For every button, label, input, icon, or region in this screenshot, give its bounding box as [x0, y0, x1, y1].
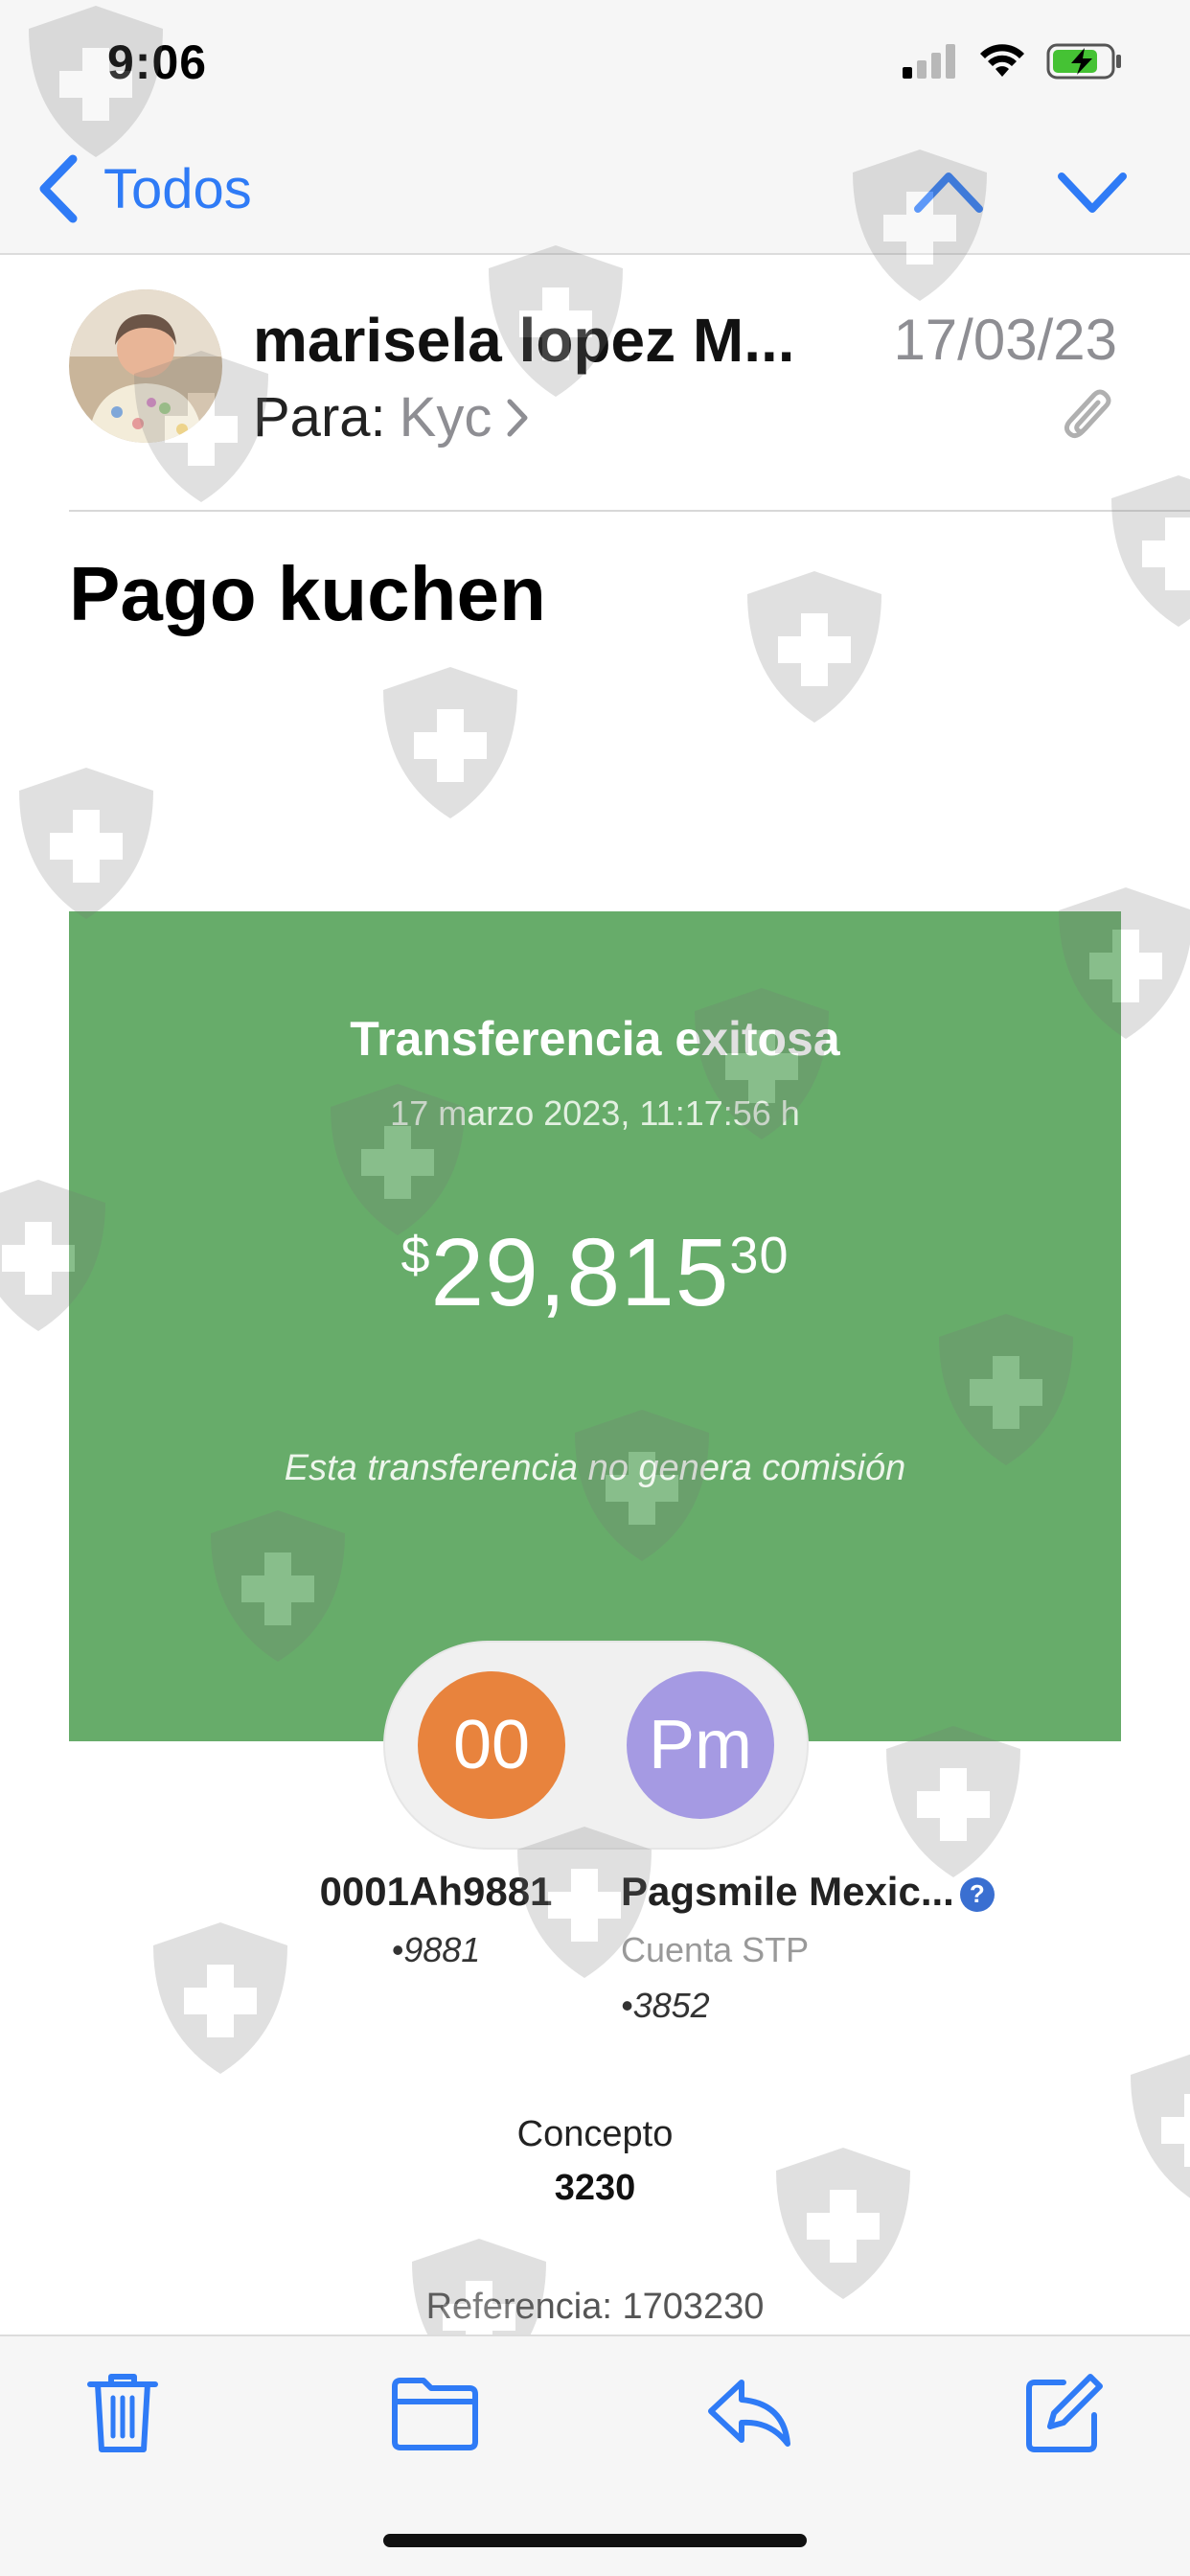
back-label: Todos — [103, 157, 252, 220]
watermark-shield-icon — [747, 571, 881, 723]
receipt-note: Esta transferencia no genera comisión — [284, 1448, 906, 1488]
mail-header: marisela lopez M... 17/03/23 Para: Kyc — [0, 255, 1190, 512]
recipient-label: Para: — [253, 386, 386, 448]
concept-label: Concepto — [516, 2114, 674, 2154]
to-account-number: •3852 — [621, 1986, 710, 2025]
receipt-amount: $29,81530 — [69, 1218, 1121, 1328]
from-account-number: •9881 — [391, 1930, 481, 1969]
sender-avatar[interactable] — [69, 289, 222, 443]
from-account-name: 0001Ah9881 — [319, 1869, 553, 1914]
compose-icon — [1026, 2374, 1103, 2452]
chevron-up-icon — [914, 172, 983, 213]
watermark-shield-icon — [383, 667, 517, 818]
move-to-folder-button[interactable] — [389, 2369, 481, 2460]
sender-name[interactable]: marisela lopez M... — [253, 305, 857, 376]
reply-button[interactable] — [703, 2369, 795, 2460]
chevron-right-icon — [507, 399, 528, 436]
to-account-name-row: Pagsmile Mexic...? — [621, 1869, 1023, 1915]
mail-date: 17/03/23 — [893, 308, 1117, 372]
to-account-avatar: Pm — [627, 1671, 774, 1819]
previous-message-button[interactable] — [912, 163, 985, 225]
receipt-title: Transferencia exitosa — [350, 1012, 840, 1066]
concept-value: 3230 — [554, 2168, 636, 2208]
from-account-avatar: 00 — [418, 1671, 565, 1819]
signal-icon — [903, 44, 955, 79]
reply-icon — [708, 2380, 790, 2447]
folder-icon — [392, 2378, 478, 2450]
delete-button[interactable] — [84, 2369, 161, 2460]
to-account-type: Cuenta STP — [621, 1930, 810, 1969]
status-icons — [903, 42, 1123, 80]
watermark-shield-icon — [19, 768, 153, 919]
chevron-left-icon — [39, 154, 78, 223]
receipt-datetime: 17 marzo 2023, 11:17:56 h — [390, 1093, 800, 1133]
watermark-shield-icon — [153, 1922, 287, 2074]
amount-symbol: $ — [400, 1227, 431, 1284]
mail-subject: Pago kuchen — [69, 551, 546, 636]
to-account-name: Pagsmile Mexic... — [621, 1869, 954, 1914]
home-indicator[interactable] — [383, 2534, 807, 2547]
help-icon[interactable]: ? — [959, 1876, 995, 1912]
attachment-indicator — [1064, 387, 1115, 449]
header-divider — [69, 510, 1190, 512]
trash-icon — [87, 2374, 158, 2452]
from-account: 0001Ah9881 •9881 — [287, 1869, 584, 1970]
wifi-icon — [980, 44, 1024, 77]
amount-main: 29,815 — [430, 1219, 730, 1326]
avatar-photo — [69, 289, 222, 443]
to-account: Pagsmile Mexic...? Cuenta STP •3852 — [621, 1869, 1023, 2026]
transfer-receipt-card: Transferencia exitosa 17 marzo 2023, 11:… — [69, 911, 1121, 1741]
watermark-shield-icon — [776, 2148, 910, 2299]
reference-text: Referencia: 1703230 — [425, 2287, 765, 2327]
amount-cents: 30 — [729, 1227, 790, 1284]
next-message-button[interactable] — [1056, 163, 1129, 225]
paperclip-icon — [1064, 389, 1111, 439]
recipient-name: Kyc — [399, 386, 492, 448]
watermark-shield-icon — [886, 1726, 1020, 1877]
accounts-pill: 00 Pm — [383, 1641, 809, 1850]
back-button[interactable]: Todos — [36, 153, 252, 224]
status-time: 9:06 — [107, 35, 208, 89]
status-bar: 9:06 — [0, 0, 1190, 134]
chevron-down-icon — [1058, 172, 1127, 213]
compose-button[interactable] — [1021, 2369, 1108, 2460]
battery-charging-icon — [1046, 43, 1121, 80]
recipient-row[interactable]: Para: Kyc — [253, 385, 530, 449]
nav-bar: Todos — [0, 134, 1190, 255]
